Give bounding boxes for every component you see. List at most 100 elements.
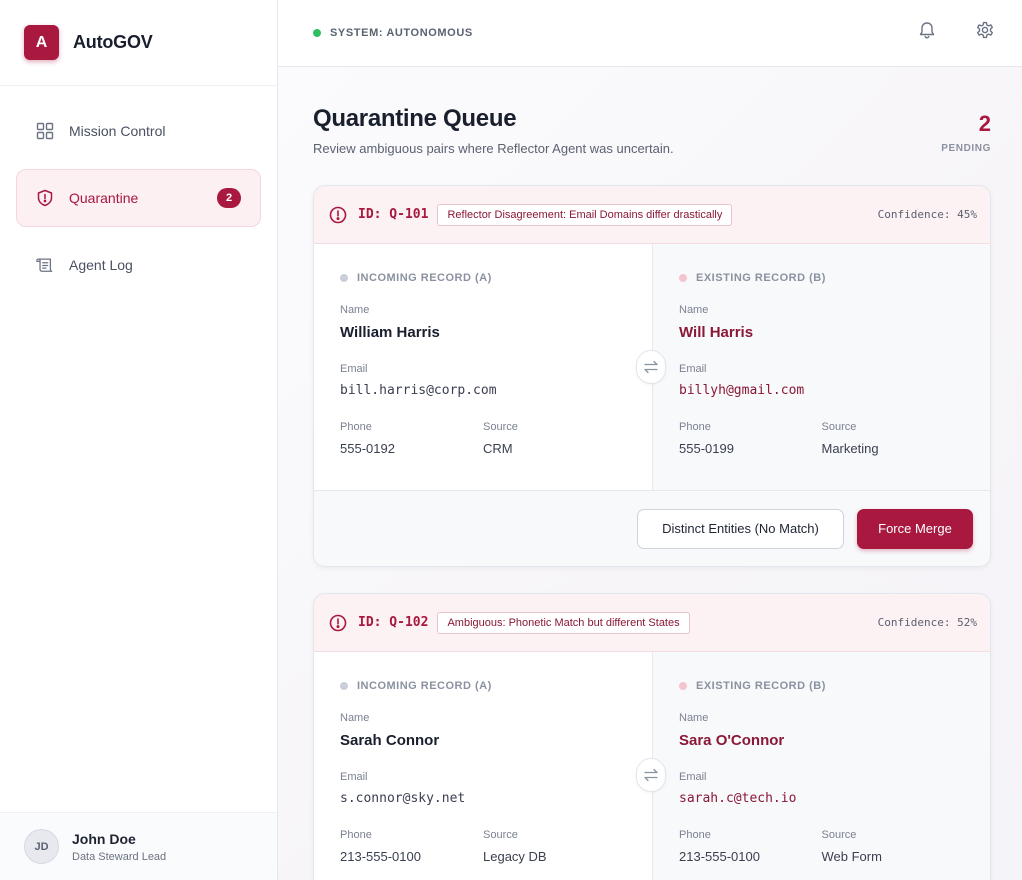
- phone-label: Phone: [679, 829, 711, 841]
- record-dot: [679, 682, 687, 690]
- quarantine-card: ID: Q-101 Reflector Disagreement: Email …: [313, 185, 991, 567]
- email-label: Email: [679, 363, 707, 375]
- record-email: billyh@gmail.com: [679, 383, 805, 398]
- name-label: Name: [679, 304, 709, 316]
- email-label: Email: [340, 771, 368, 783]
- record-heading-label: INCOMING RECORD (A): [357, 272, 492, 284]
- record-phone: 213-555-0100: [340, 849, 421, 864]
- phone-field: Phone 555-0192: [340, 421, 483, 456]
- record-meta: Phone 555-0192 Source CRM: [340, 421, 626, 456]
- page-title: Quarantine Queue: [313, 105, 517, 132]
- record-dot: [679, 274, 687, 282]
- record-phone: 555-0192: [340, 441, 395, 456]
- main-content: Quarantine Queue Review ambiguous pairs …: [278, 67, 1022, 880]
- email-label: Email: [340, 363, 368, 375]
- user-name: John Doe: [72, 830, 136, 847]
- source-field: Source Legacy DB: [483, 829, 626, 864]
- page-subtitle: Review ambiguous pairs where Reflector A…: [313, 141, 674, 156]
- user-info: John Doe Data Steward Lead: [72, 831, 166, 863]
- record-name: Sarah Connor: [340, 732, 440, 749]
- incoming-record: INCOMING RECORD (A) Name Sarah Connor Em…: [314, 652, 652, 880]
- phone-label: Phone: [679, 421, 711, 433]
- quarantine-count-badge: 2: [217, 188, 241, 208]
- incoming-record: INCOMING RECORD (A) Name William Harris …: [314, 244, 652, 490]
- source-label: Source: [821, 421, 857, 433]
- card-actions: Distinct Entities (No Match) Force Merge: [314, 490, 990, 566]
- brand: A AutoGOV: [0, 0, 277, 86]
- sidebar-item-label: Quarantine: [69, 190, 139, 206]
- record-heading-label: EXISTING RECORD (B): [696, 680, 826, 692]
- email-label: Email: [679, 771, 707, 783]
- quarantine-card: ID: Q-102 Ambiguous: Phonetic Match but …: [313, 593, 991, 880]
- record-heading-label: EXISTING RECORD (B): [696, 272, 826, 284]
- source-field: Source Marketing: [822, 421, 965, 456]
- record-source: Legacy DB: [483, 849, 547, 864]
- record-heading: EXISTING RECORD (B): [679, 272, 964, 284]
- record-source: Web Form: [821, 849, 882, 864]
- phone-field: Phone 213-555-0100: [340, 829, 483, 864]
- record-phone: 213-555-0100: [679, 849, 760, 864]
- record-email: bill.harris@corp.com: [340, 383, 497, 398]
- phone-label: Phone: [340, 421, 372, 433]
- scroll-icon: [36, 256, 54, 274]
- distinct-entities-button[interactable]: Distinct Entities (No Match): [637, 508, 844, 549]
- record-dot: [340, 274, 348, 282]
- record-name: Will Harris: [679, 324, 754, 341]
- brand-name: AutoGOV: [73, 32, 153, 52]
- reason-tag: Reflector Disagreement: Email Domains di…: [437, 203, 733, 226]
- record-meta: Phone 213-555-0100 Source Legacy DB: [340, 829, 626, 864]
- name-label: Name: [340, 712, 370, 724]
- existing-record: EXISTING RECORD (B) Name Will Harris Ema…: [652, 244, 990, 490]
- record-source: Marketing: [821, 441, 879, 456]
- confidence-score: Confidence: 52%: [877, 616, 977, 629]
- swap-arrows-icon: [636, 758, 666, 792]
- sidebar-item-quarantine[interactable]: Quarantine 2: [16, 169, 261, 227]
- grid-icon: [36, 122, 54, 140]
- record-comparison: INCOMING RECORD (A) Name William Harris …: [314, 244, 990, 490]
- record-email: s.connor@sky.net: [340, 791, 466, 806]
- sidebar-item-mission-control[interactable]: Mission Control: [16, 102, 261, 160]
- reason-tag: Ambiguous: Phonetic Match but different …: [437, 611, 690, 634]
- logo[interactable]: A: [24, 25, 59, 60]
- bell-icon[interactable]: [916, 19, 938, 41]
- alert-circle-icon: [329, 614, 347, 632]
- confidence-score: Confidence: 45%: [877, 208, 977, 221]
- phone-field: Phone 555-0199: [679, 421, 822, 456]
- source-field: Source CRM: [483, 421, 626, 456]
- record-heading-label: INCOMING RECORD (A): [357, 680, 492, 692]
- record-email: sarah.c@tech.io: [679, 791, 797, 806]
- card-header: ID: Q-102 Ambiguous: Phonetic Match but …: [314, 594, 990, 652]
- card-id: ID: Q-101: [358, 207, 429, 222]
- record-meta: Phone 213-555-0100 Source Web Form: [679, 829, 964, 864]
- record-name: William Harris: [340, 324, 440, 341]
- pending-label: PENDING: [941, 143, 991, 154]
- source-label: Source: [483, 829, 518, 841]
- alert-circle-icon: [329, 206, 347, 224]
- existing-record: EXISTING RECORD (B) Name Sara O'Connor E…: [652, 652, 990, 880]
- record-name: Sara O'Connor: [679, 732, 785, 749]
- record-phone: 555-0199: [679, 441, 734, 456]
- status-indicator: [313, 29, 321, 37]
- sidebar-item-label: Agent Log: [69, 257, 133, 273]
- record-heading: INCOMING RECORD (A): [340, 272, 626, 284]
- force-merge-button[interactable]: Force Merge: [857, 508, 973, 549]
- name-label: Name: [679, 712, 709, 724]
- topbar: SYSTEM: AUTONOMOUS: [278, 0, 1022, 67]
- card-header: ID: Q-101 Reflector Disagreement: Email …: [314, 186, 990, 244]
- source-label: Source: [483, 421, 518, 433]
- sidebar-item-agent-log[interactable]: Agent Log: [16, 236, 261, 294]
- card-id: ID: Q-102: [358, 615, 429, 630]
- avatar: JD: [24, 829, 59, 864]
- record-source: CRM: [483, 441, 513, 456]
- gear-icon[interactable]: [974, 19, 996, 41]
- user-role: Data Steward Lead: [72, 850, 167, 863]
- record-comparison: INCOMING RECORD (A) Name Sarah Connor Em…: [314, 652, 990, 880]
- record-heading: EXISTING RECORD (B): [679, 680, 964, 692]
- swap-arrows-icon: [636, 350, 666, 384]
- pending-count: 2: [978, 111, 991, 136]
- record-dot: [340, 682, 348, 690]
- record-meta: Phone 555-0199 Source Marketing: [679, 421, 964, 456]
- system-status: SYSTEM: AUTONOMOUS: [330, 27, 473, 39]
- page-header: Quarantine Queue Review ambiguous pairs …: [313, 105, 674, 156]
- user-profile[interactable]: JD John Doe Data Steward Lead: [0, 812, 277, 880]
